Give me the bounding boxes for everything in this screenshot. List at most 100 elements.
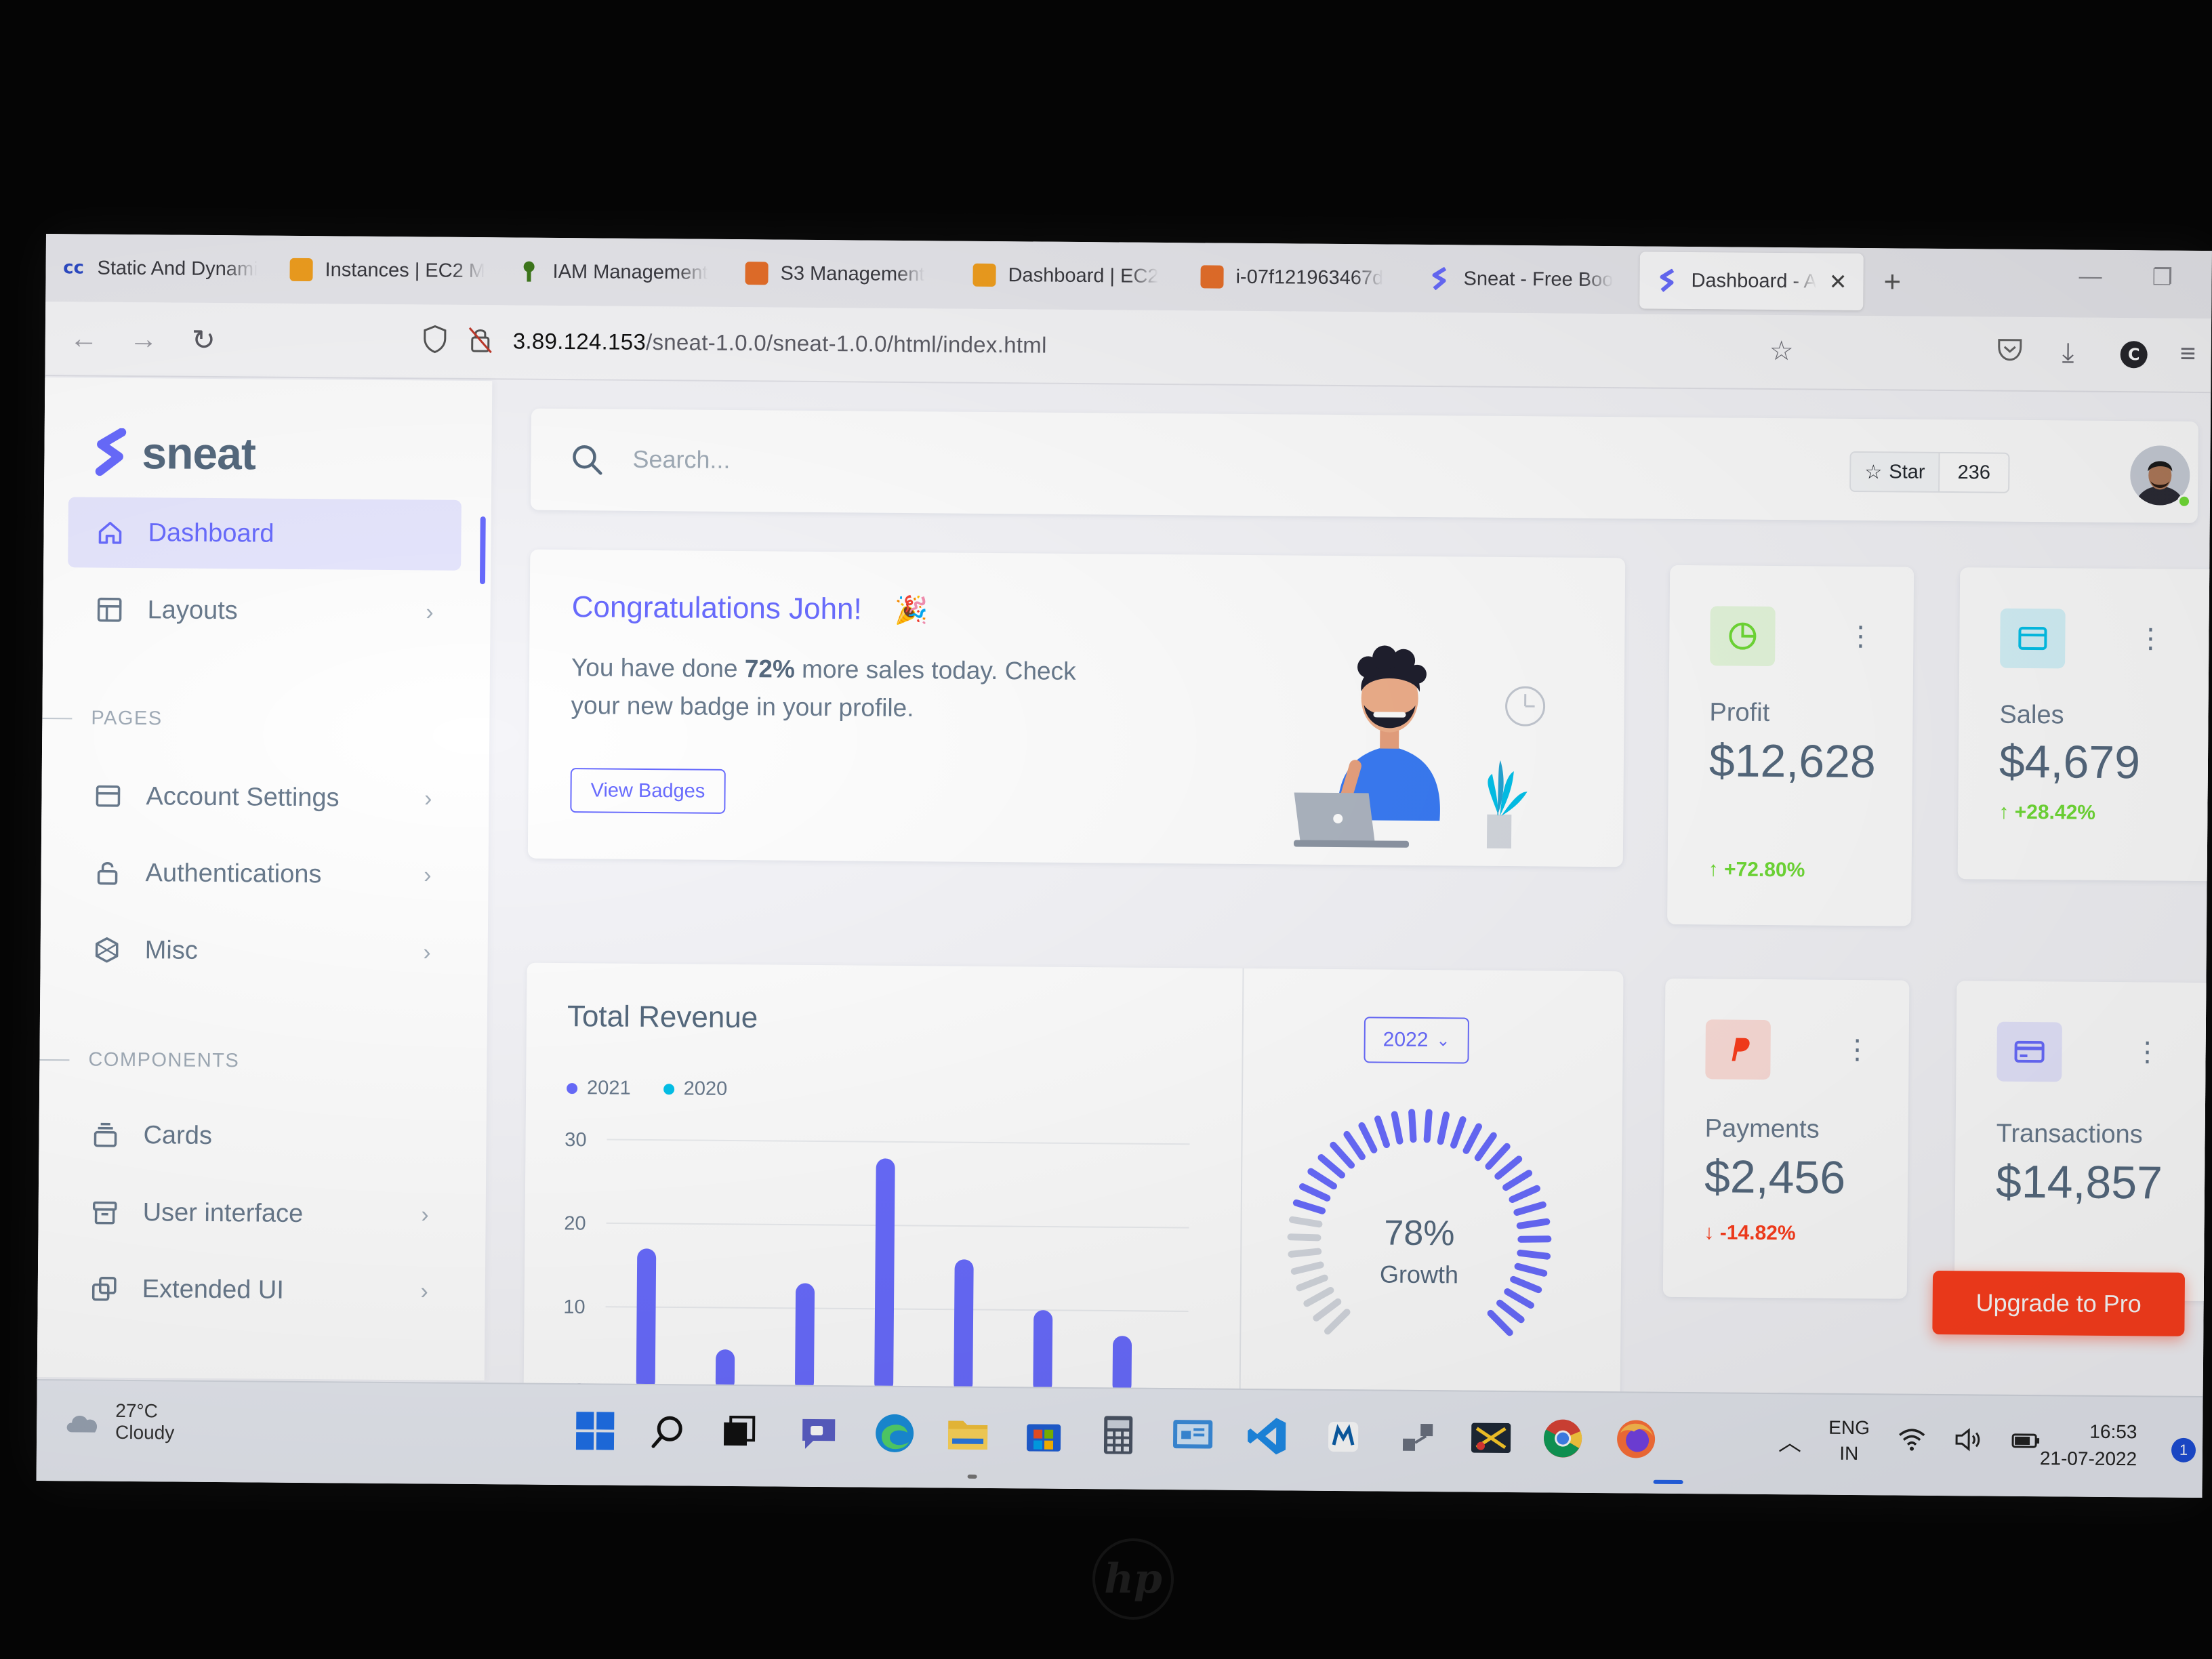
revenue-bar[interactable] [954, 1259, 974, 1393]
browser-tab-active[interactable]: Dashboard - A ✕ [1639, 251, 1864, 311]
task-view-icon[interactable] [716, 1409, 762, 1456]
chrome-icon[interactable] [1540, 1415, 1586, 1462]
revenue-bar[interactable] [795, 1283, 815, 1392]
brand[interactable]: sneat [93, 427, 255, 480]
legend-item[interactable]: 2021 [567, 1077, 631, 1100]
browser-tab[interactable]: cc Static And Dynamic [45, 239, 274, 298]
browser-tab[interactable]: S3 Management [729, 245, 957, 304]
weather-condition: Cloudy [115, 1421, 175, 1443]
insecure-lock-icon[interactable] [468, 325, 493, 361]
sidebar-item-label: Dashboard [148, 518, 274, 548]
star-count[interactable]: 236 [1940, 453, 2009, 492]
legend-dot [663, 1083, 674, 1094]
bookmark-star-icon[interactable]: ☆ [1769, 335, 1794, 367]
legend-item[interactable]: 2020 [663, 1078, 727, 1101]
download-icon[interactable]: ⤓ [2062, 337, 2074, 368]
windows-start-icon[interactable] [572, 1408, 619, 1454]
back-icon[interactable]: ← [70, 322, 98, 354]
aws-s3-icon [745, 262, 769, 285]
weather-widget[interactable]: 27°C Cloudy [64, 1399, 175, 1443]
revenue-bar[interactable] [636, 1248, 657, 1391]
system-tray: ︿ ENG IN [1778, 1414, 2041, 1468]
gridline [607, 1139, 1190, 1145]
browser-tab[interactable]: Instances | EC2 Management [273, 241, 501, 300]
gauge-tick [1514, 1263, 1548, 1277]
sidebar-item-user-interface[interactable]: User interface › [62, 1176, 456, 1250]
reload-icon[interactable]: ↻ [192, 323, 216, 356]
year-dropdown[interactable]: 2022 ⌄ [1364, 1017, 1469, 1064]
browser-tab[interactable]: Sneat - Free Boo [1412, 250, 1640, 309]
gauge-tick [1510, 1275, 1542, 1294]
control-panel-icon[interactable] [1170, 1412, 1216, 1459]
revenue-bar[interactable] [1033, 1310, 1053, 1394]
network-icon[interactable] [1395, 1414, 1441, 1461]
chevron-up-icon[interactable]: ︿ [1778, 1424, 1801, 1457]
kebab-menu-icon[interactable]: ⋮ [1847, 621, 1874, 652]
gauge-tick [1513, 1201, 1547, 1216]
aws-box-icon [972, 263, 996, 287]
chevron-right-icon: › [421, 1201, 429, 1227]
browser-tab[interactable]: i-07f121963467d [1184, 248, 1412, 307]
party-popper-icon: 🎉 [894, 595, 928, 626]
restore-icon[interactable]: ❐ [2152, 264, 2173, 291]
star-button[interactable]: ☆ Star [1851, 452, 1940, 491]
menu-icon[interactable]: ≡ [2180, 339, 2196, 369]
vscode-icon[interactable] [1244, 1413, 1291, 1460]
upgrade-to-pro-button[interactable]: Upgrade to Pro [1932, 1270, 2186, 1336]
kebab-menu-icon[interactable]: ⋮ [2133, 1036, 2160, 1067]
sidebar-item-misc[interactable]: Misc › [64, 914, 458, 988]
clock[interactable]: 16:53 21-07-2022 [2040, 1418, 2137, 1473]
gridline [606, 1222, 1189, 1229]
mysql-icon[interactable] [1320, 1414, 1367, 1460]
kebab-menu-icon[interactable]: ⋮ [1843, 1034, 1870, 1065]
forward-icon[interactable]: → [129, 323, 158, 355]
sidebar-item-dashboard[interactable]: Dashboard [68, 497, 462, 571]
gauge-tick [1474, 1132, 1497, 1162]
sidebar-item-account-settings[interactable]: Account Settings › [66, 760, 459, 834]
github-star-button[interactable]: ☆ Star 236 [1849, 451, 2010, 493]
tab-title: i-07f121963467d [1235, 266, 1384, 289]
sidebar-item-authentications[interactable]: Authentications › [65, 837, 459, 911]
edge-icon[interactable] [872, 1410, 918, 1457]
kebab-menu-icon[interactable]: ⋮ [2137, 623, 2164, 654]
sidebar-item-label: Extended UI [142, 1274, 285, 1305]
browser-tab[interactable]: Dashboard | EC2 [956, 247, 1185, 306]
sidebar-item-cards[interactable]: Cards [63, 1099, 457, 1173]
browser-tab[interactable]: IAM Management [501, 243, 729, 302]
wifi-icon[interactable] [1897, 1427, 1927, 1456]
sidebar-item-extended-ui[interactable]: Extended UI › [62, 1253, 455, 1327]
calculator-icon[interactable] [1095, 1412, 1142, 1458]
profit-card: ⋮ Profit $12,628 ↑ +72.80% [1667, 565, 1914, 926]
gauge-tick [1324, 1309, 1351, 1335]
store-icon[interactable] [1021, 1411, 1067, 1458]
congrats-title: Congratulations John! [571, 590, 862, 626]
revenue-bar[interactable] [1112, 1336, 1132, 1395]
close-tab-icon[interactable]: ✕ [1829, 269, 1847, 295]
snipping-tool-icon[interactable] [1468, 1415, 1515, 1462]
growth-label: Growth [1380, 1261, 1458, 1289]
pocket-icon[interactable] [1997, 337, 2023, 369]
dock-icon [93, 781, 123, 811]
sidebar-item-label: Cards [143, 1120, 213, 1150]
shield-icon[interactable] [422, 325, 448, 360]
revenue-bar[interactable] [874, 1158, 895, 1393]
gauge-tick [1299, 1183, 1331, 1202]
input-language[interactable]: ENG IN [1828, 1415, 1870, 1467]
view-badges-button[interactable]: View Badges [570, 768, 726, 814]
sidebar-item-layouts[interactable]: Layouts › [67, 574, 461, 648]
volume-icon[interactable] [1954, 1427, 1984, 1456]
battery-icon[interactable] [2011, 1427, 2041, 1456]
new-tab-button[interactable]: + [1883, 265, 1901, 299]
file-explorer-icon[interactable] [945, 1410, 991, 1457]
notification-badge[interactable]: 1 [2171, 1437, 2196, 1462]
address-bar[interactable]: 3.89.124.153/sneat-1.0.0/sneat-1.0.0/htm… [513, 328, 1047, 358]
stat-label: Profit [1709, 698, 1770, 727]
search-input[interactable] [632, 438, 1446, 487]
chevron-right-icon: › [424, 861, 432, 888]
firefox-icon[interactable] [1613, 1416, 1660, 1462]
search-icon[interactable] [645, 1408, 692, 1455]
minimize-icon[interactable]: — [2078, 264, 2102, 290]
account-icon[interactable]: C [2120, 341, 2148, 369]
cube-icon [92, 935, 122, 965]
teams-chat-icon[interactable] [796, 1410, 842, 1456]
